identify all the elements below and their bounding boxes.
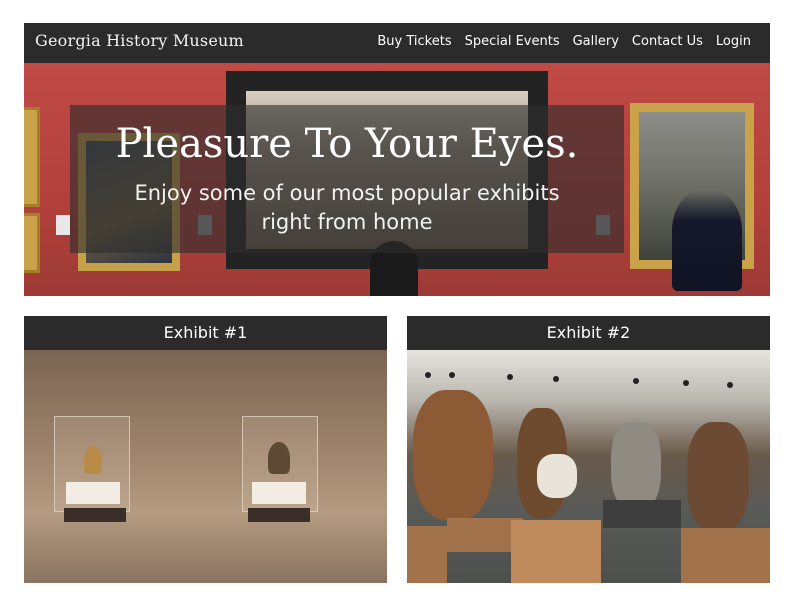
ceiling-light — [425, 372, 431, 378]
platform — [681, 528, 770, 583]
statue — [84, 446, 102, 474]
hero-subtitle-line2: right from home — [261, 210, 433, 234]
shelf — [64, 508, 126, 522]
pedestal — [66, 482, 120, 504]
ceiling-light — [553, 376, 559, 382]
skull — [537, 454, 577, 498]
nav-login[interactable]: Login — [716, 34, 751, 49]
hero-banner: Pleasure To Your Eyes. Enjoy some of our… — [24, 63, 770, 296]
nav-gallery[interactable]: Gallery — [573, 34, 619, 49]
skeleton — [413, 390, 493, 520]
ceiling-light — [449, 372, 455, 378]
exhibit-title: Exhibit #2 — [546, 323, 631, 342]
hero-subtitle: Enjoy some of our most popular exhibits … — [70, 179, 624, 237]
platform — [603, 500, 681, 528]
exhibit-title: Exhibit #1 — [163, 323, 248, 342]
hero-title: Pleasure To Your Eyes. — [115, 121, 579, 167]
nav-contact-us[interactable]: Contact Us — [632, 34, 703, 49]
platform — [511, 520, 601, 583]
exhibit-card-2[interactable]: Exhibit #2 — [407, 316, 770, 583]
painting-frame — [24, 213, 40, 273]
ceiling-light — [683, 380, 689, 386]
statue — [268, 442, 290, 474]
ceiling-light — [633, 378, 639, 384]
skeleton — [687, 422, 749, 532]
nav-buy-tickets[interactable]: Buy Tickets — [377, 34, 451, 49]
painting-frame — [24, 107, 40, 207]
pedestal — [252, 482, 306, 504]
exhibit-image-buddha[interactable] — [24, 350, 387, 583]
top-navbar: Georgia History Museum Buy Tickets Speci… — [24, 23, 770, 63]
exhibit-image-dinosaurs[interactable] — [407, 350, 770, 583]
platform — [407, 526, 447, 583]
hero-subtitle-line1: Enjoy some of our most popular exhibits — [134, 181, 560, 205]
site-brand[interactable]: Georgia History Museum — [35, 31, 244, 50]
ceiling-light — [507, 374, 513, 380]
ceiling-light — [727, 382, 733, 388]
shelf — [248, 508, 310, 522]
exhibit-card-1[interactable]: Exhibit #1 — [24, 316, 387, 583]
skeleton — [611, 422, 661, 510]
statue — [672, 191, 742, 291]
main-nav: Buy Tickets Special Events Gallery Conta… — [377, 34, 751, 49]
wall-label — [56, 215, 70, 235]
hero-caption-box: Pleasure To Your Eyes. Enjoy some of our… — [70, 105, 624, 253]
nav-special-events[interactable]: Special Events — [465, 34, 560, 49]
